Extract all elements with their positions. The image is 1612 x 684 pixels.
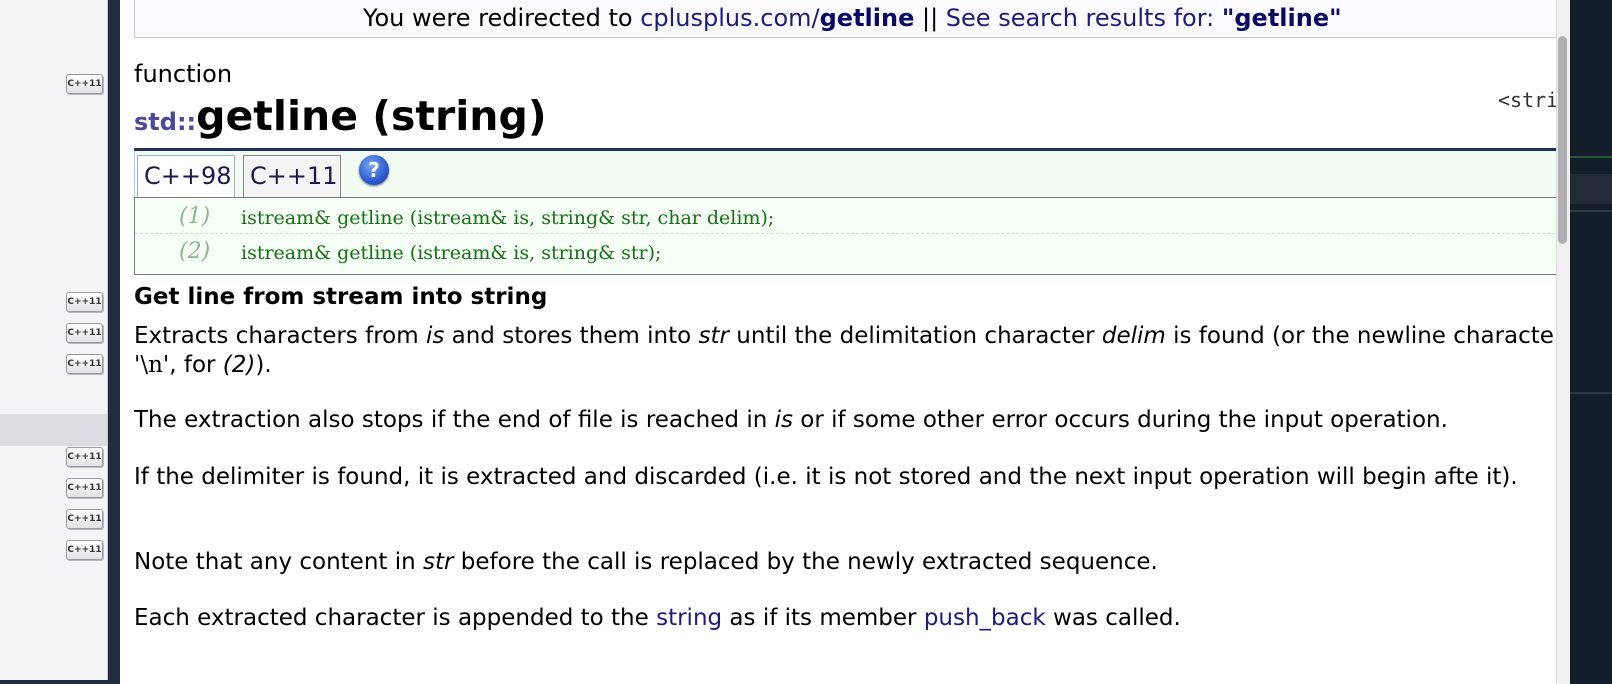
text: before the call is replaced by the newly… [453, 549, 1158, 575]
prototype-ref: (2) [222, 352, 256, 378]
cpp11-badge-icon[interactable]: C++11 [66, 540, 103, 560]
redirect-separator: || [914, 4, 946, 32]
text: and stores them into [444, 323, 699, 349]
title-name: getline (string) [196, 92, 547, 140]
cpp11-badge-icon[interactable]: C++11 [66, 292, 103, 312]
param-is: is [774, 407, 793, 433]
search-term: "getline" [1221, 4, 1342, 32]
text: The extraction also stops if the end of … [134, 407, 775, 433]
param-delim: delim [1101, 323, 1166, 349]
param-str: str [698, 323, 729, 349]
redirect-link-term: getline [819, 4, 915, 32]
title-namespace: std:: [134, 108, 197, 136]
text: Extracts characters from [134, 323, 426, 349]
cpp11-badge-icon[interactable]: C++11 [66, 323, 103, 343]
search-results-label: See search results for: [945, 4, 1222, 32]
page-title: std::getline (string) [134, 92, 547, 140]
header-reference-link[interactable]: <stri [1498, 88, 1556, 112]
text: Each extracted character is appended to … [134, 605, 657, 631]
cpp11-badge-icon[interactable]: C++11 [66, 354, 103, 374]
redirect-prefix: You were redirected to [363, 4, 641, 32]
text: Note that any content in [134, 549, 424, 575]
description-heading: Get line from stream into string [134, 284, 548, 310]
text: until the delimitation character [728, 323, 1102, 349]
text: or if some other error occurs during the… [792, 407, 1448, 433]
push-back-link[interactable]: push_back [924, 605, 1046, 631]
main-content: You were redirected to cplusplus.com/get… [120, 0, 1556, 684]
description-paragraph: Extracts characters from is and stores t… [134, 322, 1556, 380]
param-str: str [423, 549, 454, 575]
cpp11-badge-icon[interactable]: C++11 [66, 447, 103, 467]
text: as if its member [722, 605, 924, 631]
sidebar-divider [108, 0, 120, 684]
text: was called. [1045, 605, 1181, 631]
prototype-row: (2) istream& getline (istream& is, strin… [135, 235, 1556, 269]
cpp11-badge-icon[interactable]: C++11 [66, 509, 103, 529]
description-paragraph: If the delimiter is found, it is extract… [134, 464, 1518, 490]
text: , for [169, 352, 223, 378]
help-icon[interactable]: ? [359, 155, 389, 185]
description-paragraph: Each extracted character is appended to … [134, 604, 1556, 633]
newline-literal: '\n' [134, 352, 170, 378]
left-sidebar: C++11 C++11 C++11 C++11 C++11 C++11 C++1… [0, 0, 108, 684]
string-link[interactable]: string [656, 605, 722, 631]
description-paragraph: Note that any content in str before the … [134, 548, 1556, 577]
prototype-number: (2) [179, 239, 211, 264]
sidebar-bottom-border [0, 680, 108, 684]
version-tabs: C++98 C++11 ? [134, 151, 1556, 202]
text: ). [255, 352, 272, 378]
prototype-code: istream& getline (istream& is, string& s… [241, 207, 775, 229]
prototype-number: (1) [179, 204, 211, 229]
tab-cpp11[interactable]: C++11 [243, 155, 341, 200]
cpp11-badge-icon[interactable]: C++11 [66, 74, 103, 94]
prototype-code: istream& getline (istream& is, string& s… [241, 242, 662, 264]
prototype-box: (1) istream& getline (istream& is, strin… [134, 197, 1556, 275]
search-results-link[interactable]: See search results for: "getline" [946, 4, 1342, 32]
scrollbar-thumb[interactable] [1558, 36, 1567, 244]
param-is: is [425, 323, 445, 349]
redirect-link[interactable]: cplusplus.com/getline [640, 4, 914, 32]
redirect-notice: You were redirected to cplusplus.com/get… [134, 0, 1556, 38]
description-paragraph: The extraction also stops if the end of … [134, 406, 1556, 435]
cpp11-badge-icon[interactable]: C++11 [66, 478, 103, 498]
prototype-row: (1) istream& getline (istream& is, strin… [135, 200, 1556, 234]
sidebar-selected-row[interactable] [0, 414, 107, 446]
tab-cpp98[interactable]: C++98 [137, 155, 235, 202]
redirect-link-host: cplusplus.com/ [640, 4, 820, 32]
entity-category: function [134, 60, 233, 88]
text: is found (or the newline character, [1165, 323, 1556, 349]
